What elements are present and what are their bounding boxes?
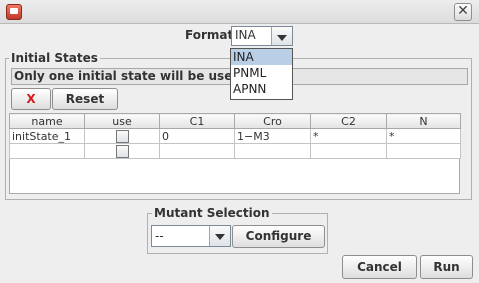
- cell-cro[interactable]: [234, 143, 311, 159]
- format-option-ina[interactable]: INA: [231, 49, 292, 65]
- mutant-selection-title: Mutant Selection: [152, 206, 272, 220]
- cell-c2[interactable]: [310, 143, 387, 159]
- app-icon: [6, 4, 22, 20]
- configure-button[interactable]: Configure: [232, 225, 325, 248]
- column-header-name[interactable]: name: [9, 113, 85, 129]
- chevron-down-icon[interactable]: [271, 27, 292, 45]
- format-value: INA: [235, 28, 256, 42]
- column-header-n[interactable]: N: [386, 113, 461, 129]
- mutant-value: --: [155, 229, 164, 243]
- delete-state-button[interactable]: X: [11, 88, 51, 110]
- column-header-use[interactable]: use: [84, 113, 160, 129]
- table-row[interactable]: initState_1 0 1−M3 * *: [9, 128, 461, 144]
- format-dropdown-list: INA PNML APNN: [230, 48, 293, 100]
- use-checkbox[interactable]: [115, 144, 129, 158]
- cell-name[interactable]: initState_1: [9, 128, 85, 144]
- run-button[interactable]: Run: [420, 255, 473, 279]
- cell-c1[interactable]: [159, 143, 235, 159]
- use-checkbox[interactable]: [115, 129, 129, 143]
- chevron-down-icon[interactable]: [209, 226, 230, 246]
- cell-name[interactable]: [9, 143, 85, 159]
- format-combobox[interactable]: INA: [231, 26, 293, 46]
- cell-use[interactable]: [84, 128, 160, 144]
- format-label: Format: [185, 28, 234, 42]
- column-header-c2[interactable]: C2: [310, 113, 387, 129]
- column-header-c1[interactable]: C1: [159, 113, 235, 129]
- table-row[interactable]: [9, 143, 461, 159]
- column-header-cro[interactable]: Cro: [234, 113, 311, 129]
- cell-c2[interactable]: *: [310, 128, 387, 144]
- cell-cro[interactable]: 1−M3: [234, 128, 311, 144]
- states-table: name use C1 Cro C2 N initState_1 0 1−M3 …: [9, 113, 461, 159]
- initial-states-title: Initial States: [9, 51, 100, 65]
- cell-n[interactable]: *: [386, 128, 461, 144]
- reset-button[interactable]: Reset: [52, 88, 118, 110]
- cell-n[interactable]: [386, 143, 461, 159]
- cell-c1[interactable]: 0: [159, 128, 235, 144]
- format-option-pnml[interactable]: PNML: [231, 65, 292, 81]
- format-option-apnn[interactable]: APNN: [231, 81, 292, 97]
- delete-icon: X: [26, 92, 36, 106]
- cell-use[interactable]: [84, 143, 160, 159]
- title-bar: ✕: [0, 0, 479, 24]
- close-button[interactable]: ✕: [454, 3, 472, 21]
- mutant-combobox[interactable]: --: [151, 225, 231, 247]
- cancel-button[interactable]: Cancel: [342, 255, 417, 279]
